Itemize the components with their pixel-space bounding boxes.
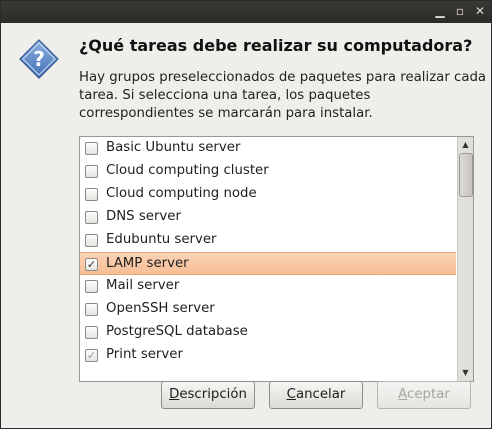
task-list[interactable]: Basic Ubuntu server Cloud computing clust… bbox=[79, 136, 474, 382]
checkbox[interactable] bbox=[85, 326, 98, 339]
task-label: Print server bbox=[106, 347, 183, 362]
question-icon: ? bbox=[19, 39, 59, 79]
maximize-icon[interactable]: ▫ bbox=[453, 4, 467, 18]
task-label: OpenSSH server bbox=[106, 301, 215, 316]
task-rows: Basic Ubuntu server Cloud computing clust… bbox=[80, 137, 456, 367]
description-button[interactable]: Descripción bbox=[161, 381, 255, 409]
list-item[interactable]: ✓ LAMP server bbox=[80, 252, 456, 275]
checkbox[interactable]: ✓ bbox=[85, 349, 98, 362]
task-label: DNS server bbox=[106, 209, 181, 224]
dialog-content: ? ¿Qué tareas debe realizar su computado… bbox=[1, 23, 491, 428]
list-item[interactable]: Mail server bbox=[80, 275, 456, 298]
list-item[interactable]: Cloud computing node bbox=[80, 183, 456, 206]
list-item[interactable]: Cloud computing cluster bbox=[80, 160, 456, 183]
svg-text:?: ? bbox=[33, 47, 45, 71]
list-item[interactable]: Basic Ubuntu server bbox=[80, 137, 456, 160]
task-label: Cloud computing cluster bbox=[106, 163, 269, 178]
list-item[interactable]: DNS server bbox=[80, 206, 456, 229]
checkbox[interactable]: ✓ bbox=[85, 258, 98, 271]
description-text: Hay grupos preseleccionados de paquetes … bbox=[79, 69, 489, 123]
checkbox[interactable] bbox=[85, 188, 98, 201]
scroll-up-icon[interactable]: ▲ bbox=[458, 138, 473, 152]
cancel-button-label: ancelar bbox=[295, 387, 346, 402]
accept-button[interactable]: Aceptar bbox=[377, 381, 471, 409]
checkbox[interactable] bbox=[85, 303, 98, 316]
description-button-mnemonic: D bbox=[169, 387, 180, 402]
task-label: LAMP server bbox=[106, 256, 189, 271]
scrollbar-thumb[interactable] bbox=[459, 153, 473, 197]
task-label: PostgreSQL database bbox=[106, 324, 248, 339]
page-title: ¿Qué tareas debe realizar su computadora… bbox=[79, 36, 473, 55]
cancel-button[interactable]: Cancelar bbox=[269, 381, 363, 409]
checkbox[interactable] bbox=[85, 211, 98, 224]
checkbox[interactable] bbox=[85, 280, 98, 293]
checkbox[interactable] bbox=[85, 234, 98, 247]
minimize-icon[interactable]: ▁ bbox=[433, 4, 447, 18]
titlebar[interactable]: ▁ ▫ ✕ bbox=[1, 1, 491, 23]
description-button-label: escripción bbox=[179, 387, 247, 402]
checkbox[interactable] bbox=[85, 142, 98, 155]
accept-button-mnemonic: A bbox=[398, 387, 408, 402]
checkbox[interactable] bbox=[85, 165, 98, 178]
task-label: Cloud computing node bbox=[106, 186, 257, 201]
description-line: correspondientes se marcarán para instal… bbox=[79, 106, 373, 121]
cancel-button-mnemonic: C bbox=[286, 387, 296, 402]
list-item[interactable]: Edubuntu server bbox=[80, 229, 456, 252]
list-item[interactable]: OpenSSH server bbox=[80, 298, 456, 321]
vertical-scrollbar[interactable]: ▲ ▼ bbox=[457, 137, 473, 381]
dialog-window: ▁ ▫ ✕ ? ¿Qué tareas debe realizar su com… bbox=[0, 0, 492, 429]
description-line: Hay grupos preseleccionados de paquetes … bbox=[79, 70, 487, 85]
task-label: Edubuntu server bbox=[106, 232, 217, 247]
description-line: tarea. Si selecciona una tarea, los paqu… bbox=[79, 88, 371, 103]
list-item[interactable]: ✓ Print server bbox=[80, 344, 456, 367]
task-label: Mail server bbox=[106, 278, 180, 293]
scroll-down-icon[interactable]: ▼ bbox=[458, 366, 473, 380]
close-icon[interactable]: ✕ bbox=[473, 4, 487, 18]
accept-button-label: ceptar bbox=[407, 387, 450, 402]
list-item[interactable]: PostgreSQL database bbox=[80, 321, 456, 344]
task-label: Basic Ubuntu server bbox=[106, 140, 241, 155]
